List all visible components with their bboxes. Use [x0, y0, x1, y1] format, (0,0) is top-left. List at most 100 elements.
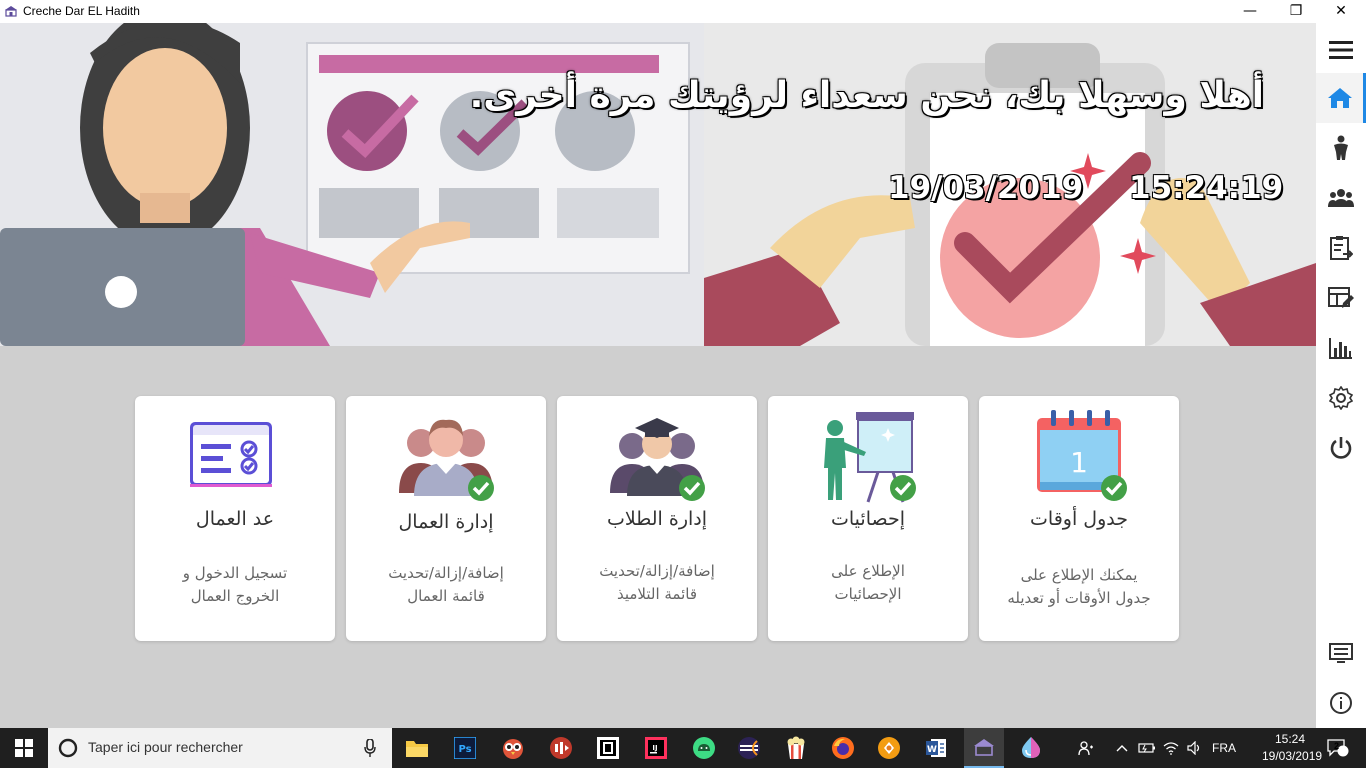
taskbar-jetbrains-toolbox[interactable] [592, 732, 624, 764]
cortana-icon [58, 738, 78, 758]
clipboard-icon [1330, 236, 1353, 260]
taskbar-photoshop[interactable]: Ps [449, 732, 481, 764]
minimize-button[interactable]: — [1227, 0, 1273, 23]
card-title: جدول أوقات [1030, 508, 1128, 530]
card-workers-attendance[interactable]: عد العمال تسجيل الدخول و الخروج العمال [135, 396, 335, 641]
card-description-line: الإحصائيات [834, 585, 902, 603]
current-time: 15:24:19 [1129, 170, 1284, 206]
schedule-edit-icon [1328, 287, 1354, 308]
power-icon [1330, 437, 1352, 459]
tray-language[interactable]: FRA [1208, 728, 1240, 768]
menu-icon [1329, 41, 1353, 59]
window-title: Creche Dar EL Hadith [23, 4, 140, 18]
tray-volume[interactable] [1184, 728, 1206, 768]
taskbar-paint-drop[interactable] [1015, 732, 1047, 764]
sidebar-item-display[interactable] [1316, 628, 1366, 678]
card-description: يمكنك الإطلاع على جدول الأوقات أو تعديله [993, 564, 1165, 610]
sidebar-item-schedule[interactable] [1316, 273, 1366, 323]
taskbar-firefox[interactable] [827, 732, 859, 764]
taskbar-intellij[interactable]: IJ [640, 732, 672, 764]
current-date: 19/03/2019 [888, 170, 1084, 206]
sidebar-item-statistics[interactable] [1316, 323, 1366, 373]
welcome-message: أهلا وسهلا بك، نحن سعداء لرؤيتك مرة أخرى… [469, 75, 1264, 116]
card-students-management[interactable]: إدارة الطلاب إضافة/إزالة/تحديث قائمة الت… [557, 396, 757, 641]
file-explorer-icon [406, 741, 428, 757]
tray-people[interactable] [1072, 728, 1100, 768]
action-center-button[interactable]: 2 [1322, 728, 1354, 768]
tray-show-hidden[interactable] [1112, 728, 1132, 768]
close-button[interactable]: ✕ [1318, 0, 1364, 23]
svg-text:IJ: IJ [652, 744, 657, 752]
presentation-board-icon [824, 412, 916, 503]
display-icon [1329, 643, 1353, 663]
card-workers-management[interactable]: إدارة العمال إضافة/إزالة/تحديث قائمة الع… [346, 396, 546, 641]
tray-wifi[interactable] [1160, 728, 1182, 768]
jetbrains-toolbox-icon [597, 737, 619, 759]
owl-app-icon [503, 739, 523, 759]
taskbar-eclipse[interactable] [733, 732, 765, 764]
sidebar-item-home[interactable] [1316, 73, 1366, 123]
start-button[interactable] [0, 728, 48, 768]
card-timetable[interactable]: 1 جدول أوقات يمكنك الإطلاع على جدول الأو… [979, 396, 1179, 641]
firefox-icon [832, 737, 854, 759]
sidebar-item-power[interactable] [1316, 423, 1366, 473]
maximize-button[interactable]: ❐ [1273, 0, 1319, 23]
taskbar-orange-app[interactable] [873, 732, 905, 764]
taskbar-file-explorer[interactable] [401, 732, 433, 764]
workers-group-icon [399, 419, 494, 501]
people-icon [1078, 741, 1093, 756]
tray-battery[interactable] [1136, 728, 1158, 768]
info-icon [1330, 692, 1352, 714]
taskbar-media-app[interactable] [545, 732, 577, 764]
taskbar-creche-app[interactable] [964, 728, 1004, 768]
media-app-icon [550, 737, 572, 759]
paint-drop-icon [1022, 737, 1040, 758]
intellij-icon: IJ [645, 737, 667, 759]
card-statistics[interactable]: إحصائيات الإطلاع على الإحصائيات [768, 396, 968, 641]
taskbar-owl-app[interactable] [497, 732, 529, 764]
app-orange-icon [878, 737, 900, 759]
photoshop-icon: Ps [454, 737, 476, 759]
child-icon [1334, 135, 1348, 160]
card-description-line: تسجيل الدخول و [182, 564, 288, 582]
card-description: إضافة/إزالة/تحديث قائمة العمال [360, 562, 532, 608]
right-sidebar [1316, 23, 1366, 728]
card-title: إحصائيات [831, 508, 905, 530]
taskbar-android-studio[interactable] [688, 732, 720, 764]
sidebar-item-children[interactable] [1316, 123, 1366, 173]
home-icon [1327, 88, 1352, 108]
group-icon [1328, 189, 1354, 207]
taskbar-popcorn[interactable] [780, 732, 812, 764]
attendance-form-icon [190, 422, 272, 487]
taskbar-time: 15:24 [1274, 732, 1306, 746]
window-titlebar: Creche Dar EL Hadith — ❐ ✕ [0, 0, 1366, 23]
sidebar-item-info[interactable] [1316, 678, 1366, 728]
battery-icon [1138, 743, 1155, 753]
welcome-banner: أهلا وسهلا بك، نحن سعداء لرؤيتك مرة أخرى… [0, 23, 1316, 346]
card-title: إدارة الطلاب [606, 508, 708, 530]
settings-icon [1329, 386, 1353, 410]
eclipse-icon [738, 737, 760, 759]
card-description-line: قائمة العمال [407, 587, 485, 605]
wifi-icon [1163, 742, 1179, 755]
calendar-day-number: 1 [1070, 446, 1088, 479]
notification-count: 2 [1334, 741, 1340, 751]
popcorn-icon [787, 736, 805, 759]
sidebar-menu-button[interactable] [1316, 25, 1366, 75]
taskbar-search-box[interactable]: Taper ici pour rechercher [48, 728, 392, 768]
app-logo-icon [5, 6, 17, 17]
sidebar-item-settings[interactable] [1316, 373, 1366, 423]
microphone-icon[interactable] [364, 739, 376, 757]
card-title: إدارة العمال [398, 511, 494, 533]
card-description-line: جدول الأوقات أو تعديله [1007, 589, 1151, 607]
card-description-line: قائمة التلاميذ [616, 585, 698, 603]
taskbar-clock[interactable]: 15:24 19/03/2019 [1262, 731, 1322, 765]
windows-taskbar: Taper ici pour rechercher Ps IJ W FRA 15… [0, 728, 1366, 768]
card-description: تسجيل الدخول و الخروج العمال [149, 562, 321, 608]
card-description-line: إضافة/إزالة/تحديث [599, 562, 715, 580]
word-icon: W [926, 739, 946, 757]
taskbar-word[interactable]: W [920, 732, 952, 764]
sidebar-item-attendance[interactable] [1316, 223, 1366, 273]
sidebar-item-groups[interactable] [1316, 173, 1366, 223]
bar-chart-icon [1329, 338, 1352, 359]
